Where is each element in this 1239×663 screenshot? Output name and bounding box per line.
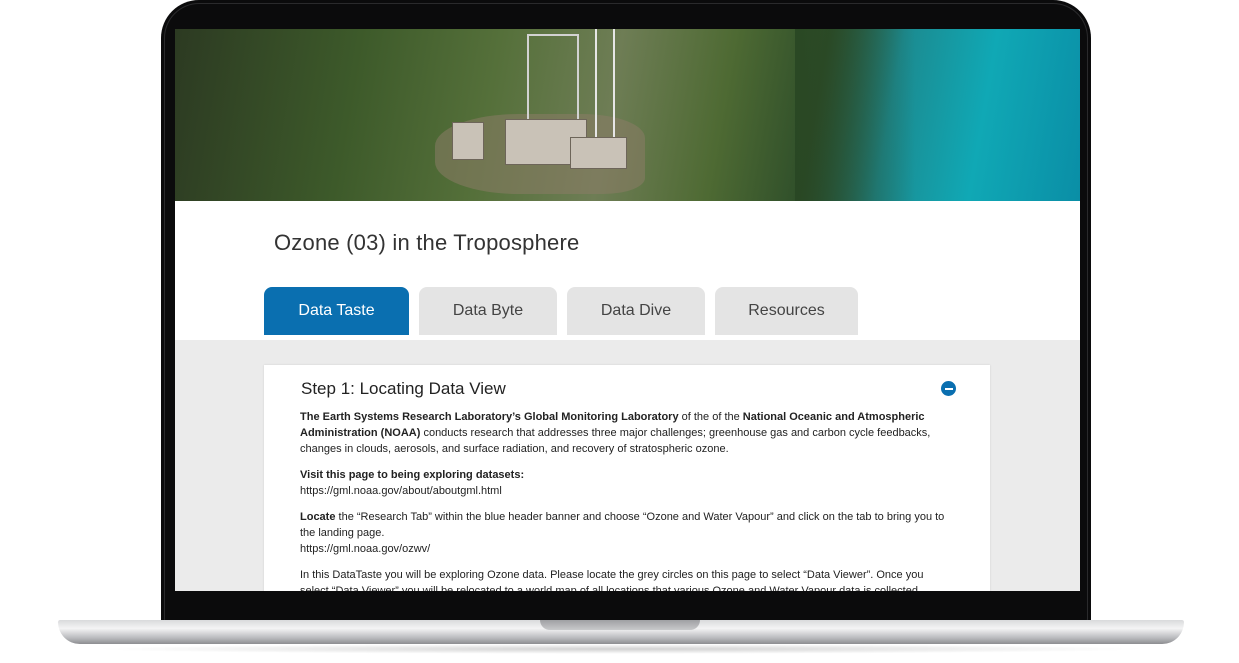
laptop-base-notch	[540, 620, 700, 630]
hero-shoreline	[795, 29, 915, 201]
hero-building	[452, 122, 484, 160]
visit-heading: Visit this page to being exploring datas…	[300, 469, 525, 481]
locate-text: the “Research Tab” within the blue heade…	[300, 511, 945, 539]
screen: Ozone (03) in the Troposphere Data Taste…	[175, 29, 1080, 591]
step-title: Step 1: Locating Data View	[301, 379, 506, 398]
visit-paragraph: Visit this page to being exploring datas…	[300, 467, 950, 499]
tab-data-dive[interactable]: Data Dive	[567, 287, 705, 335]
locate-url-link[interactable]: https://gml.noaa.gov/ozwv/	[300, 543, 430, 555]
step-card: Step 1: Locating Data View The Earth Sys…	[264, 365, 990, 591]
page-title: Ozone (03) in the Troposphere	[274, 230, 580, 255]
visit-url-link[interactable]: https://gml.noaa.gov/about/aboutgml.html	[300, 485, 502, 497]
step-body: The Earth Systems Research Laboratory’s …	[300, 409, 950, 591]
tab-data-taste[interactable]: Data Taste	[264, 287, 409, 335]
minus-circle-icon[interactable]	[941, 381, 956, 396]
locate-label: Locate	[300, 511, 336, 523]
hero-tower	[595, 29, 615, 137]
hero-image	[175, 29, 1080, 201]
gml-name: The Earth Systems Research Laboratory’s …	[300, 411, 679, 423]
intro-paragraph: The Earth Systems Research Laboratory’s …	[300, 409, 950, 457]
hero-building	[570, 137, 627, 169]
explore-paragraph: In this DataTaste you will be exploring …	[300, 569, 924, 591]
tab-resources[interactable]: Resources	[715, 287, 858, 335]
tab-data-byte[interactable]: Data Byte	[419, 287, 557, 335]
locate-paragraph: Locate the “Research Tab” within the blu…	[300, 509, 950, 557]
laptop-shadow	[90, 644, 1150, 654]
hero-scaffold	[527, 34, 579, 126]
intro-text-1: of the of the	[678, 411, 743, 423]
